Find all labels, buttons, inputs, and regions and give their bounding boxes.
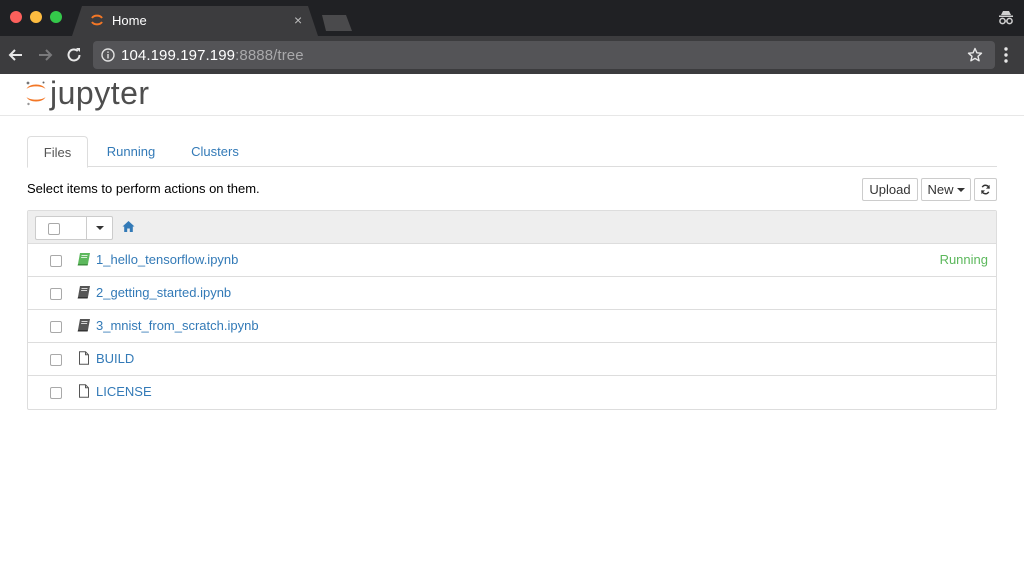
new-tab-button[interactable] xyxy=(322,15,352,31)
select-all-divider xyxy=(86,217,87,239)
list-item[interactable]: 3_mnist_from_scratch.ipynb xyxy=(28,310,996,343)
new-dropdown-button[interactable]: New xyxy=(921,178,971,201)
url-path: :8888/tree xyxy=(235,47,304,64)
reload-icon[interactable] xyxy=(64,45,84,65)
browser-titlebar: Home × xyxy=(0,0,1024,36)
minimize-window-button[interactable] xyxy=(30,11,42,23)
list-item[interactable]: BUILD xyxy=(28,343,996,376)
refresh-button[interactable] xyxy=(974,178,997,201)
tab-running[interactable]: Running xyxy=(92,136,170,167)
list-item[interactable]: 2_getting_started.ipynb xyxy=(28,277,996,310)
file-link[interactable]: 2_getting_started.ipynb xyxy=(96,285,231,301)
row-checkbox[interactable] xyxy=(50,387,62,399)
back-arrow-icon[interactable] xyxy=(6,45,26,65)
home-icon[interactable] xyxy=(122,220,135,233)
notebook-icon xyxy=(77,253,90,266)
list-item[interactable]: LICENSE xyxy=(28,376,996,409)
file-list: 1_hello_tensorflow.ipynb Running 2_getti… xyxy=(27,210,997,410)
notebook-icon xyxy=(77,319,90,332)
upload-button[interactable]: Upload xyxy=(862,178,918,201)
caret-down-icon xyxy=(956,188,965,192)
status-running: Running xyxy=(939,252,988,267)
row-checkbox[interactable] xyxy=(50,354,62,366)
jupyter-favicon-icon xyxy=(91,14,103,26)
browser-tab-home[interactable]: Home × xyxy=(72,6,318,36)
row-checkbox[interactable] xyxy=(50,255,62,267)
list-item[interactable]: 1_hello_tensorflow.ipynb Running xyxy=(28,244,996,277)
file-icon xyxy=(79,351,89,365)
file-link[interactable]: BUILD xyxy=(96,351,134,367)
file-link[interactable]: LICENSE xyxy=(96,384,152,400)
url-host: 104.199.197.199 xyxy=(121,47,236,64)
browser-menu-icon[interactable] xyxy=(1004,46,1008,64)
file-list-header xyxy=(28,211,996,244)
nav-tabs: Files Running Clusters xyxy=(27,136,997,168)
tab-title: Home xyxy=(112,13,147,28)
browser-toolbar: 104.199.197.199:8888/tree xyxy=(0,36,1024,74)
close-window-button[interactable] xyxy=(10,11,22,23)
bookmark-star-icon[interactable] xyxy=(967,47,983,63)
jupyter-header: jupyter xyxy=(0,74,1024,116)
url-text[interactable]: 104.199.197.199:8888/tree xyxy=(121,47,304,64)
caret-down-icon[interactable] xyxy=(96,226,104,230)
file-link[interactable]: 1_hello_tensorflow.ipynb xyxy=(96,252,238,268)
select-all-dropdown[interactable] xyxy=(35,216,113,240)
info-icon[interactable] xyxy=(101,48,115,62)
refresh-icon xyxy=(981,184,990,195)
incognito-icon[interactable] xyxy=(997,9,1015,27)
select-all-checkbox[interactable] xyxy=(48,223,60,235)
selection-hint: Select items to perform actions on them. xyxy=(27,181,260,196)
new-button-label: New xyxy=(927,182,954,197)
jupyter-logo-text[interactable]: jupyter xyxy=(50,74,150,112)
jupyter-page: jupyter Files Running Clusters Select it… xyxy=(0,74,1024,566)
maximize-window-button[interactable] xyxy=(50,11,62,23)
forward-arrow-icon[interactable] xyxy=(35,45,55,65)
tab-clusters[interactable]: Clusters xyxy=(177,136,253,167)
jupyter-logo-icon[interactable] xyxy=(25,80,47,106)
tab-files[interactable]: Files xyxy=(27,136,88,168)
address-bar[interactable]: 104.199.197.199:8888/tree xyxy=(93,41,995,69)
file-icon xyxy=(79,384,89,398)
tab-close-icon[interactable]: × xyxy=(294,12,302,28)
row-checkbox[interactable] xyxy=(50,321,62,333)
file-link[interactable]: 3_mnist_from_scratch.ipynb xyxy=(96,318,259,334)
row-checkbox[interactable] xyxy=(50,288,62,300)
notebook-icon xyxy=(77,286,90,299)
